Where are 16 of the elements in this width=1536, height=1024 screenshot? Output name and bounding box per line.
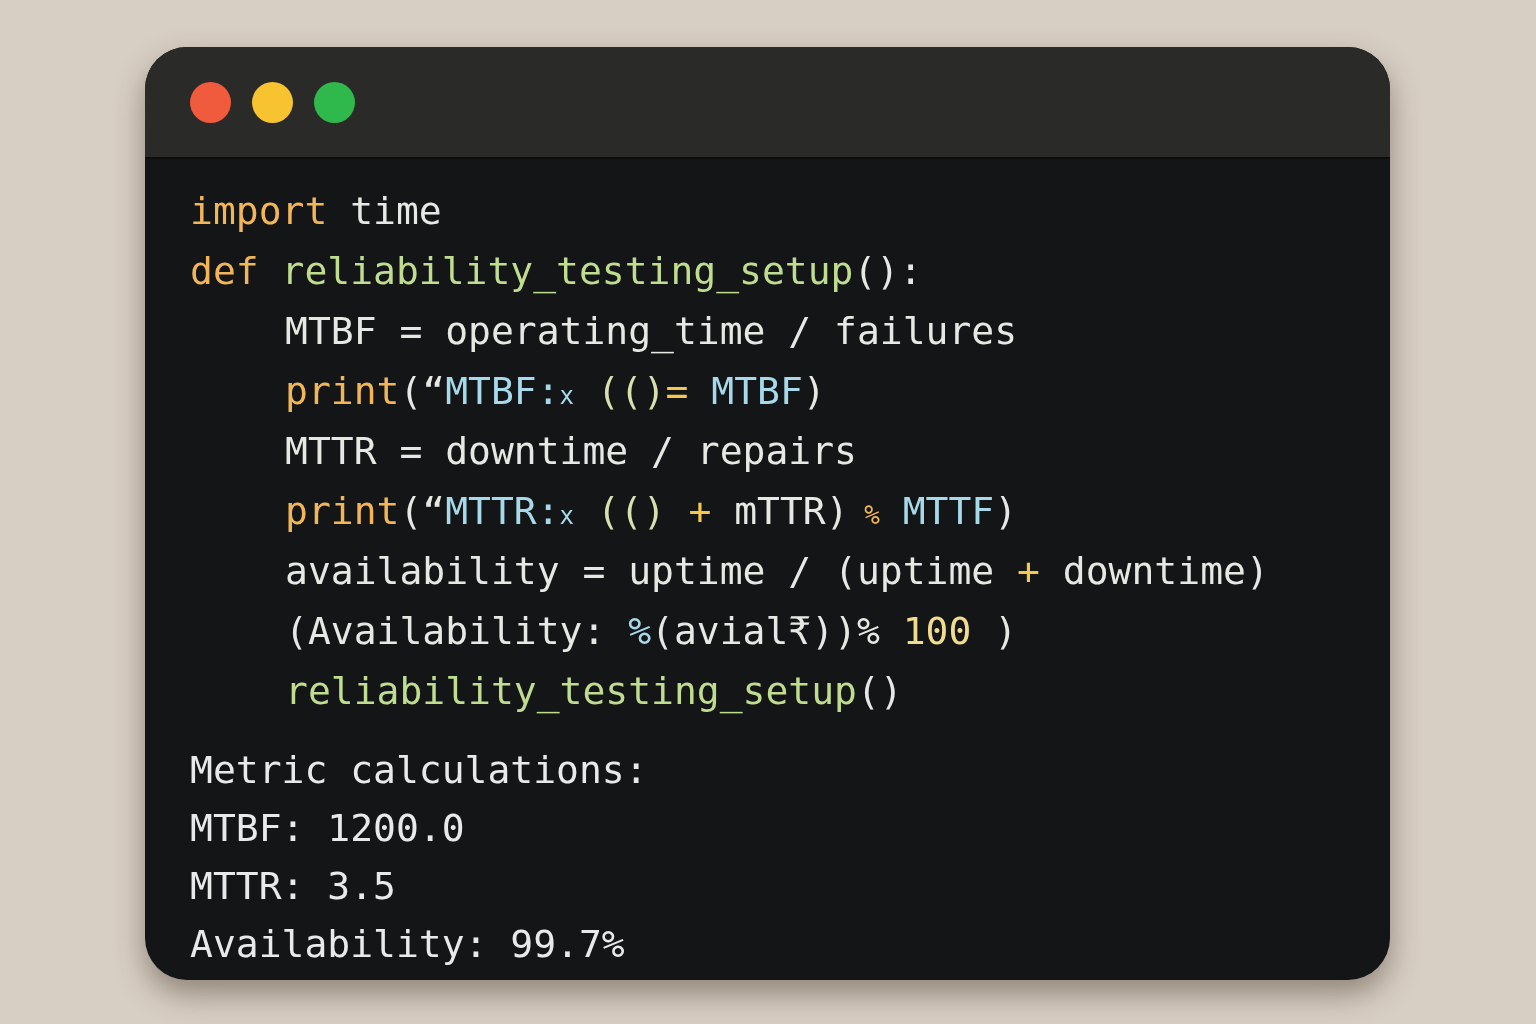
maximize-button[interactable] bbox=[314, 81, 355, 123]
code-line: availability = uptime / (uptime + downtime) bbox=[285, 548, 1269, 595]
close-button[interactable] bbox=[190, 81, 231, 123]
code-line: print(“MTBF:x (()= MTBF) bbox=[285, 368, 826, 415]
minimize-button[interactable] bbox=[252, 81, 293, 123]
output-line: MTTR: 3.5 bbox=[190, 863, 396, 910]
code-line: import time bbox=[190, 188, 442, 235]
code-line: reliability_testing_setup() bbox=[285, 668, 903, 716]
output-line: Availability: 99.7% bbox=[190, 921, 625, 968]
code-line: (Availability: %(avial₹))% 100 ) bbox=[285, 608, 1018, 655]
code-line: MTTR = downtime / repairs bbox=[285, 428, 857, 475]
code-line: print(“MTTR:x (() + mTTR) % MTTF) bbox=[285, 488, 1018, 535]
code-line: MTBF = operating_time / failures bbox=[285, 308, 1018, 356]
code-line: def reliability_testing_setup(): bbox=[190, 248, 923, 296]
output-line: Metric calculations: bbox=[190, 747, 648, 794]
output-line: MTBF: 1200.0 bbox=[190, 805, 465, 852]
